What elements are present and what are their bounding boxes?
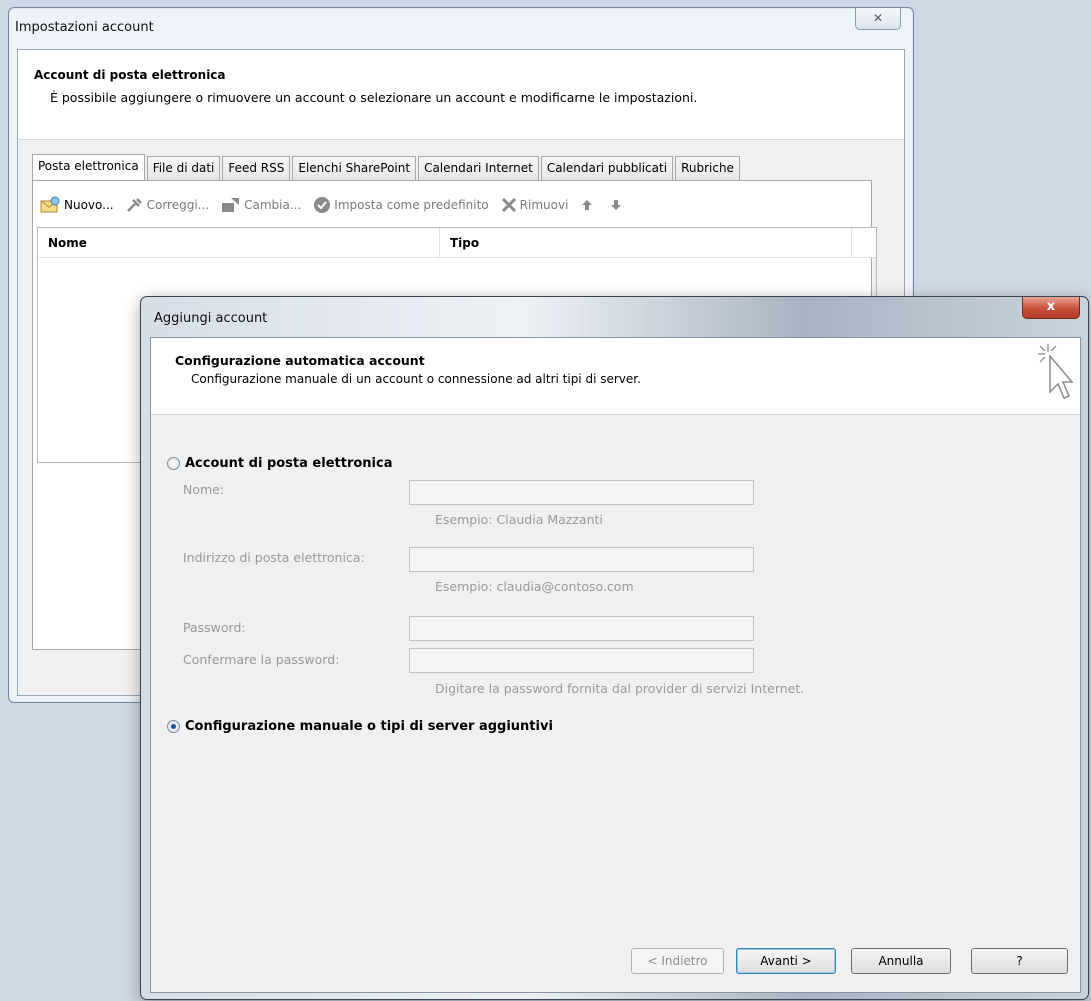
manual-setup-option[interactable]: Configurazione manuale o tipi di server … <box>167 719 553 734</box>
remove-button[interactable]: Rimuovi <box>501 197 569 213</box>
account-settings-titlebar[interactable]: Impostazioni account ✕ <box>9 8 913 50</box>
wrench-icon <box>126 198 142 212</box>
cursor-sparkle-icon <box>1038 344 1074 399</box>
move-up-button[interactable] <box>580 198 597 212</box>
account-settings-tabs: Posta elettronica File di dati Feed RSS … <box>32 154 742 180</box>
tab-published-calendars[interactable]: Calendari pubblicati <box>540 156 674 180</box>
set-default-label: Imposta come predefinito <box>334 198 489 212</box>
email-address-field[interactable] <box>409 547 754 572</box>
help-button[interactable]: ? <box>971 948 1068 974</box>
name-hint: Esempio: Claudia Mazzanti <box>435 512 603 527</box>
add-account-body: Configurazione automatica account Config… <box>150 337 1081 993</box>
repair-button[interactable]: Correggi... <box>126 197 210 213</box>
cancel-button[interactable]: Annulla <box>851 948 951 974</box>
arrow-down-icon <box>611 200 622 210</box>
tab-internet-calendars[interactable]: Calendari Internet <box>418 156 539 180</box>
account-settings-title: Impostazioni account <box>15 20 154 35</box>
confirm-password-label: Confermare la password: <box>183 652 340 667</box>
tab-address-books[interactable]: Rubriche <box>675 156 740 180</box>
manual-setup-radio[interactable] <box>167 720 180 733</box>
add-account-window: Aggiungi account x Configurazione automa… <box>140 296 1089 1000</box>
new-account-label: Nuovo... <box>64 198 114 212</box>
add-account-title: Aggiungi account <box>154 311 268 326</box>
email-account-option-label: Account di posta elettronica <box>185 456 393 471</box>
tab-sharepoint-lists[interactable]: Elenchi SharePoint <box>292 156 417 180</box>
password-hint: Digitare la password fornita dal provide… <box>435 681 805 696</box>
add-account-header: Configurazione automatica account Config… <box>151 338 1080 415</box>
email-account-radio[interactable] <box>167 457 180 470</box>
accounts-toolbar: Nuovo... Correggi... Cambia... Imposta c… <box>39 195 638 215</box>
name-field[interactable] <box>409 480 754 505</box>
add-account-close-button[interactable]: x <box>1022 297 1080 319</box>
new-account-button[interactable]: Nuovo... <box>39 196 114 214</box>
tab-email[interactable]: Posta elettronica <box>32 154 145 180</box>
email-address-label: Indirizzo di posta elettronica: <box>183 550 365 565</box>
new-mail-icon <box>40 196 60 213</box>
manual-setup-option-label: Configurazione manuale o tipi di server … <box>185 719 553 734</box>
add-account-heading: Configurazione automatica account <box>175 353 425 368</box>
accounts-list-header: Nome Tipo <box>38 228 876 258</box>
checkmark-icon <box>314 197 331 213</box>
move-down-button[interactable] <box>609 198 626 212</box>
change-icon <box>222 198 240 212</box>
remove-icon <box>501 197 516 213</box>
password-field[interactable] <box>409 616 754 641</box>
email-account-option[interactable]: Account di posta elettronica <box>167 456 392 471</box>
next-button[interactable]: Avanti > <box>736 948 836 974</box>
column-header-name[interactable]: Nome <box>38 228 440 257</box>
tab-rss-feeds[interactable]: Feed RSS <box>222 156 291 180</box>
name-label: Nome: <box>183 482 225 497</box>
change-label: Cambia... <box>244 198 302 212</box>
change-button[interactable]: Cambia... <box>221 197 301 213</box>
account-settings-description: È possibile aggiungere o rimuovere un ac… <box>50 90 698 105</box>
back-button[interactable]: < Indietro <box>631 948 724 974</box>
remove-label: Rimuovi <box>519 198 569 212</box>
add-account-description: Configurazione manuale di un account o c… <box>191 372 641 386</box>
password-label: Password: <box>183 620 246 635</box>
account-settings-heading: Account di posta elettronica <box>34 68 226 82</box>
account-settings-close-button[interactable]: ✕ <box>855 8 901 30</box>
email-address-hint: Esempio: claudia@contoso.com <box>435 579 634 594</box>
set-default-button[interactable]: Imposta come predefinito <box>313 196 489 214</box>
repair-label: Correggi... <box>146 198 210 212</box>
arrow-up-icon <box>582 200 593 210</box>
column-header-type[interactable]: Tipo <box>440 228 852 257</box>
account-settings-header: Account di posta elettronica È possibile… <box>18 50 904 140</box>
tab-data-files[interactable]: File di dati <box>146 156 221 180</box>
confirm-password-field[interactable] <box>409 648 754 673</box>
